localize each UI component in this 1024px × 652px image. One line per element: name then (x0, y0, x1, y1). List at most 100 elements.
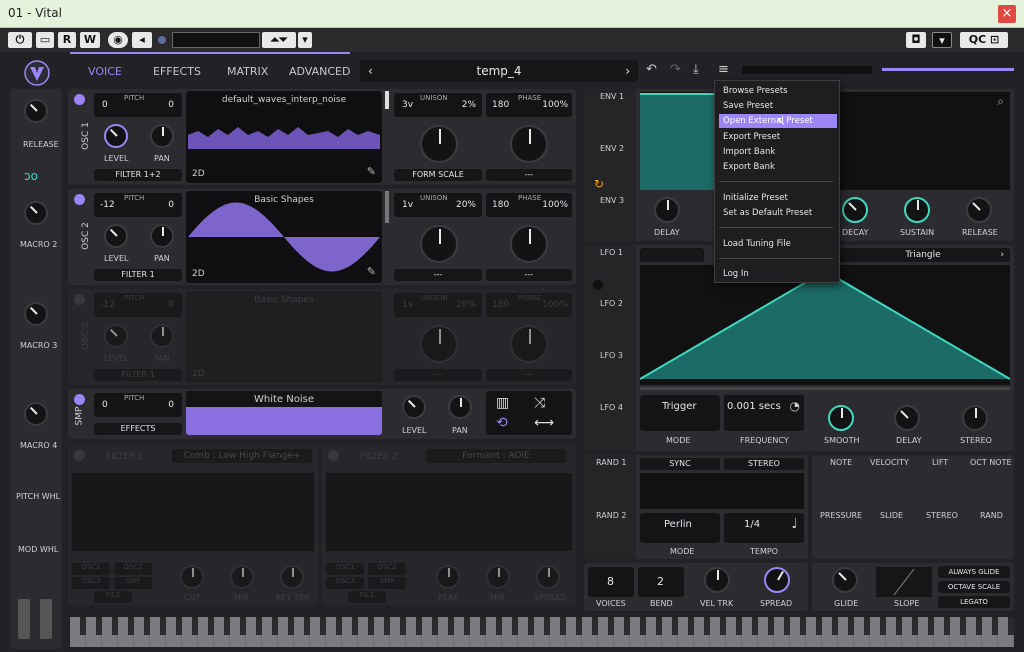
pencil-icon[interactable]: ✎ (367, 165, 376, 178)
tab-env2[interactable]: ENV 2 (600, 144, 624, 153)
tab-lfo3[interactable]: LFO 3 (600, 351, 623, 360)
osc1-pitch[interactable]: 0 PITCH 0 (94, 93, 182, 117)
filter2-osc2-toggle[interactable]: OSC2 (368, 563, 406, 575)
menu-log-in[interactable]: Log In (719, 267, 837, 281)
osc2-phase[interactable]: 180 PHASE 100% (486, 193, 572, 217)
mod-stereo[interactable]: STEREO (926, 511, 958, 520)
qc-button[interactable]: QC ⊡ (960, 32, 1008, 48)
filter1-osc1-toggle[interactable]: OSC1 (72, 563, 110, 575)
tab-advanced[interactable]: ADVANCED (289, 65, 350, 78)
filter1-response[interactable] (72, 473, 314, 551)
power-icon[interactable]: ⏻ (8, 32, 32, 48)
always-glide-button[interactable]: ALWAYS GLIDE (938, 566, 1010, 578)
tab-lfo1[interactable]: LFO 1 (600, 248, 623, 257)
osc2-pan-knob[interactable] (150, 224, 174, 248)
save-icon[interactable]: ⤓ (693, 62, 699, 77)
env-sustain-knob[interactable] (904, 197, 930, 223)
zoom-icon[interactable]: ⌕ (997, 94, 1004, 109)
compare-icon[interactable]: ◉ (108, 32, 128, 48)
filter2-fil1-toggle[interactable]: FIL1 (348, 591, 386, 603)
osc2-filter-select[interactable]: FILTER 1 (94, 269, 182, 281)
chevron-right-icon[interactable]: › (625, 60, 630, 82)
macro-4-knob[interactable] (24, 402, 48, 426)
osc1-form-select[interactable]: FORM SCALE (394, 169, 482, 181)
chevron-right-icon[interactable]: › (1000, 248, 1004, 262)
rand-mode[interactable]: Perlin (640, 513, 720, 543)
env-delay-knob[interactable] (654, 197, 680, 223)
menu-export-bank[interactable]: Export Bank (719, 160, 837, 174)
legato-button[interactable]: LEGATO (938, 596, 1010, 608)
sample-pan-knob[interactable] (448, 395, 472, 419)
read-button[interactable]: R (58, 32, 76, 48)
lfo-smooth-knob[interactable] (828, 405, 854, 431)
menu-browse-presets[interactable]: Browse Presets (719, 84, 837, 98)
osc2-toggle[interactable] (74, 194, 85, 205)
osc1-level-knob[interactable] (104, 124, 128, 148)
osc2-wave-display[interactable]: Basic Shapes 2D ✎ (186, 191, 382, 283)
filter2-response[interactable] (326, 473, 572, 551)
write-button[interactable]: W (80, 32, 100, 48)
sample-effects-select[interactable]: EFFECTS (94, 423, 182, 435)
loop-sample-icon[interactable]: ⟲ (496, 415, 508, 431)
preset-selector[interactable]: ‹ temp_4 › (360, 60, 638, 82)
osc3-distortion-knob[interactable] (420, 325, 458, 363)
menu-export-preset[interactable]: Export Preset (719, 130, 837, 144)
menu-icon[interactable]: ≡ (718, 62, 729, 77)
lfo-smooth-slider[interactable] (640, 387, 1010, 390)
filter2-smp-toggle[interactable]: SMP (368, 577, 406, 589)
filter1-osc3-toggle[interactable]: OSC3 (72, 577, 110, 589)
tab-voice[interactable]: VOICE (88, 65, 122, 78)
filter1-osc2-toggle[interactable]: OSC2 (114, 563, 152, 575)
tab-lfo2[interactable]: LFO 2 (600, 299, 623, 308)
rand-stereo-button[interactable]: STEREO (724, 458, 804, 470)
osc1-form-scale-knob[interactable] (420, 125, 458, 163)
mod-slide[interactable]: SLIDE (880, 511, 903, 520)
filter1-cutoff-knob[interactable] (180, 565, 204, 589)
osc2-pitch[interactable]: -12 PITCH 0 (94, 193, 182, 217)
tab-env3[interactable]: ENV 3 (600, 196, 624, 205)
tab-rand1[interactable]: RAND 1 (596, 458, 626, 467)
osc2-level-knob[interactable] (104, 224, 128, 248)
release-knob[interactable] (24, 99, 48, 123)
osc3-unison[interactable]: 1v UNISON 20% (394, 293, 482, 317)
menu-save-preset[interactable]: Save Preset (719, 99, 837, 113)
menu-initialize-preset[interactable]: Initialize Preset (719, 191, 837, 205)
dropdown-icon[interactable]: ▾ (932, 32, 952, 48)
host-preset-field[interactable] (172, 32, 260, 48)
osc3-level-knob[interactable] (104, 324, 128, 348)
pitch-wheel[interactable] (18, 599, 30, 639)
osc3-pitch[interactable]: -12 PITCH 0 (94, 293, 182, 317)
macro-2-knob[interactable] (24, 201, 48, 225)
close-button[interactable]: × (998, 5, 1016, 23)
sample-display[interactable]: White Noise (186, 391, 382, 435)
lfo-shape-select[interactable]: Triangle › (836, 248, 1010, 262)
voices-box[interactable]: 8 (588, 567, 634, 597)
volume-slider[interactable] (882, 68, 1014, 71)
filter2-spread-knob[interactable] (536, 565, 560, 589)
lfo-stereo-knob[interactable] (962, 405, 988, 431)
mod-velocity[interactable]: VELOCITY (870, 458, 909, 467)
osc3-distortion-select[interactable]: --- (394, 369, 482, 381)
spread-knob[interactable] (764, 567, 790, 593)
mod-pressure[interactable]: PRESSURE (820, 511, 862, 520)
osc1-spectral-select[interactable]: --- (486, 169, 572, 181)
lfo-frequency[interactable]: 0.001 secs ◔ (724, 395, 804, 431)
sample-level-knob[interactable] (402, 395, 426, 419)
filter2-osc3-toggle[interactable]: OSC3 (326, 577, 364, 589)
osc2-unison[interactable]: 1v UNISON 20% (394, 193, 482, 217)
osc3-wave-display[interactable]: Basic Shapes 2D (186, 291, 382, 383)
clock-icon[interactable]: ◔ (790, 399, 800, 413)
vel-trk-knob[interactable] (704, 567, 730, 593)
menu-import-bank[interactable]: Import Bank (719, 145, 837, 159)
osc2-distortion-select[interactable]: --- (394, 269, 482, 281)
filter1-mix-knob[interactable] (230, 565, 254, 589)
filter1-keytrack-knob[interactable] (280, 565, 304, 589)
osc1-wave-display[interactable]: default_waves_interp_noise 2D ✎ (186, 91, 382, 183)
filter2-mix-knob[interactable] (486, 565, 510, 589)
osc3-pan-knob[interactable] (150, 324, 174, 348)
lfo-shape-tools[interactable] (640, 248, 704, 262)
mod-oct-note[interactable]: OCT NOTE (970, 458, 1012, 467)
tab-env1[interactable]: ENV 1 (600, 92, 624, 101)
osc3-spectral-select[interactable]: --- (486, 369, 572, 381)
filter2-type-select[interactable]: Formant : AOIE (426, 449, 566, 463)
